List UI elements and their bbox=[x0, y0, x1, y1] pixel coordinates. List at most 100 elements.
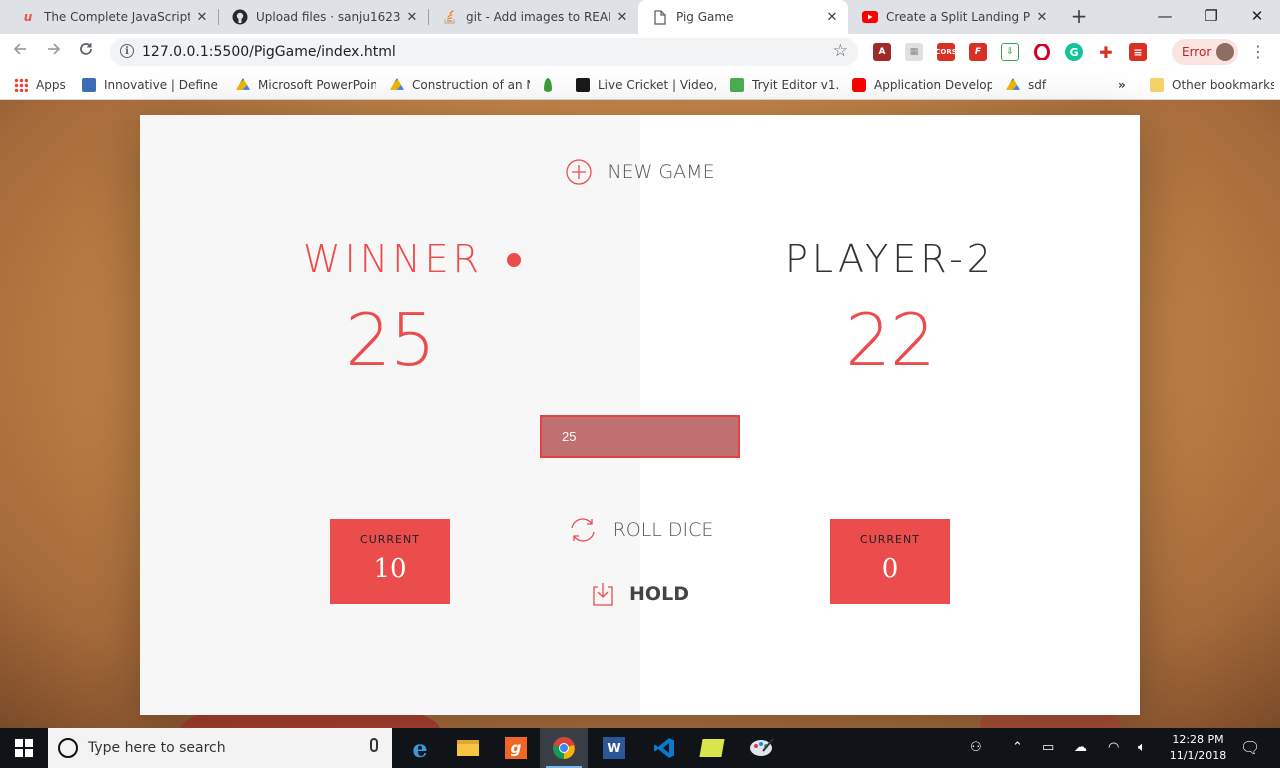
player-1-score: 22 bbox=[845, 298, 936, 382]
other-bookmarks[interactable]: Other bookmarks bbox=[1150, 76, 1274, 94]
bookmark-item[interactable]: sdf bbox=[1006, 76, 1066, 94]
close-tab-icon[interactable]: ✕ bbox=[194, 10, 210, 25]
hold-label: HOLD bbox=[629, 583, 689, 605]
final-score-input[interactable] bbox=[540, 415, 740, 458]
bookmark-star-icon[interactable]: ☆ bbox=[833, 41, 848, 61]
restore-icon[interactable]: ❐ bbox=[1188, 0, 1234, 32]
close-tab-icon[interactable]: ✕ bbox=[614, 10, 630, 25]
bookmark-site-icon bbox=[576, 78, 590, 92]
bookmark-item[interactable]: Microsoft PowerPoint bbox=[236, 76, 376, 94]
roll-dice-button[interactable]: ROLL DICE bbox=[140, 515, 1140, 545]
roll-dice-label: ROLL DICE bbox=[612, 519, 714, 541]
bookmark-item[interactable]: Innovative | Define In bbox=[82, 76, 222, 94]
paint-taskbar-icon[interactable] bbox=[738, 728, 786, 768]
new-tab-button[interactable]: + bbox=[1068, 4, 1090, 28]
battery-icon[interactable]: ▭ bbox=[1042, 740, 1054, 755]
w3schools-icon bbox=[730, 78, 744, 92]
windows-logo-icon bbox=[15, 739, 33, 757]
back-arrow-icon bbox=[13, 43, 26, 55]
youtube-icon bbox=[862, 9, 878, 25]
back-button[interactable] bbox=[8, 40, 32, 64]
bookmark-label: Construction of an N bbox=[412, 78, 530, 92]
tab-title: Upload files · sanju1623/Dic bbox=[256, 10, 400, 24]
forward-arrow-icon bbox=[48, 43, 61, 55]
url-text[interactable]: 127.0.0.1:5500/PigGame/index.html bbox=[142, 44, 396, 60]
hold-button[interactable]: HOLD bbox=[140, 579, 1140, 609]
tab-title: The Complete JavaScript Co bbox=[44, 10, 190, 24]
bookmark-item[interactable]: Construction of an N bbox=[390, 76, 530, 94]
reload-button[interactable] bbox=[74, 40, 98, 64]
sticky-notes-taskbar-icon[interactable] bbox=[688, 728, 736, 768]
browser-tab[interactable]: git - Add images to READM ✕ bbox=[428, 0, 638, 34]
player-1-name: PLAYER-2 bbox=[785, 237, 995, 281]
tab-title: Create a Split Landing Page bbox=[886, 10, 1030, 24]
browser-toolbar: i 127.0.0.1:5500/PigGame/index.html ☆ A … bbox=[0, 34, 1280, 70]
microphone-icon[interactable] bbox=[370, 738, 378, 752]
plus-extension-icon[interactable]: ✚ bbox=[1097, 43, 1115, 62]
document-icon bbox=[652, 9, 668, 25]
volume-icon[interactable]: 🔈︎ bbox=[1138, 740, 1146, 755]
start-button[interactable] bbox=[0, 728, 48, 768]
notification-center-icon[interactable]: 🗨︎ bbox=[1240, 738, 1260, 757]
bookmarks-overflow-button[interactable]: » bbox=[1118, 76, 1132, 94]
chevron-up-icon[interactable]: ⌃ bbox=[1012, 740, 1023, 755]
font-extension-icon[interactable]: F bbox=[969, 43, 987, 61]
browser-tab[interactable]: Create a Split Landing Page ✕ bbox=[848, 0, 1058, 34]
download-extension-icon[interactable]: ⇩ bbox=[1001, 43, 1019, 61]
extension-icon[interactable]: ▦ bbox=[905, 43, 923, 61]
info-icon[interactable]: i bbox=[120, 44, 134, 58]
window-close-icon[interactable]: ✕ bbox=[1234, 0, 1280, 32]
search-placeholder: Type here to search bbox=[88, 740, 226, 756]
close-tab-icon[interactable]: ✕ bbox=[824, 10, 840, 25]
taskbar-search[interactable]: Type here to search bbox=[48, 728, 392, 768]
pdf-extension-icon[interactable]: A bbox=[873, 43, 891, 61]
avatar bbox=[1216, 43, 1234, 61]
browser-menu-icon[interactable]: ⋮ bbox=[1250, 43, 1266, 61]
udemy-icon: u bbox=[23, 10, 33, 24]
download-tray-icon bbox=[591, 581, 615, 607]
grammarly-icon[interactable]: G bbox=[1065, 43, 1083, 61]
address-bar[interactable]: i 127.0.0.1:5500/PigGame/index.html ☆ bbox=[110, 38, 858, 66]
forward-button[interactable] bbox=[42, 40, 66, 64]
bookmark-item[interactable]: Application Develop bbox=[852, 76, 992, 94]
chrome-taskbar-icon[interactable] bbox=[540, 728, 588, 768]
bookmark-apps[interactable]: Apps bbox=[14, 76, 74, 94]
error-label: Error bbox=[1182, 45, 1212, 59]
google-drive-icon bbox=[1006, 78, 1020, 90]
wifi-icon[interactable]: ◠ bbox=[1108, 740, 1119, 755]
opera-extension-icon[interactable] bbox=[1033, 43, 1051, 61]
minimize-icon[interactable]: — bbox=[1142, 0, 1188, 32]
game-wrapper: WINNER 25 CURRENT 10 PLAYER-2 22 CURRENT… bbox=[140, 115, 1140, 715]
bookmark-label: Other bookmarks bbox=[1172, 78, 1274, 92]
new-game-button[interactable]: NEW GAME bbox=[140, 157, 1140, 187]
onedrive-cloud-icon[interactable]: ☁ bbox=[1074, 740, 1087, 755]
browser-tab-strip: u The Complete JavaScript Co ✕ Upload fi… bbox=[0, 0, 1280, 34]
close-tab-icon[interactable]: ✕ bbox=[1034, 10, 1050, 25]
folder-icon bbox=[1150, 78, 1164, 92]
file-explorer-taskbar-icon[interactable] bbox=[444, 728, 492, 768]
bookmark-item[interactable] bbox=[544, 76, 564, 94]
word-taskbar-icon[interactable]: W bbox=[590, 728, 638, 768]
edge-taskbar-icon[interactable]: e bbox=[396, 728, 444, 768]
browser-tab-active[interactable]: Pig Game ✕ bbox=[638, 0, 848, 34]
app-taskbar-icon[interactable]: g bbox=[492, 728, 540, 768]
browser-tab[interactable]: u The Complete JavaScript Co ✕ bbox=[6, 0, 218, 34]
bookmark-item[interactable]: Live Cricket | Video, S bbox=[576, 76, 716, 94]
people-icon[interactable]: ⚇ bbox=[970, 740, 982, 755]
taskbar-clock[interactable]: 12:28 PM 11/1/2018 bbox=[1164, 732, 1232, 764]
profile-error-chip[interactable]: Error bbox=[1172, 39, 1238, 65]
todo-extension-icon[interactable]: ≡ bbox=[1129, 43, 1147, 61]
active-player-dot bbox=[507, 253, 521, 267]
github-icon bbox=[232, 9, 248, 25]
tab-title: git - Add images to READM bbox=[466, 10, 610, 24]
vscode-taskbar-icon[interactable] bbox=[640, 728, 688, 768]
bookmarks-bar: Apps Innovative | Define In Microsoft Po… bbox=[0, 70, 1280, 100]
bookmark-item[interactable]: Tryit Editor v1.6 bbox=[730, 76, 840, 94]
bookmark-label: Tryit Editor v1.6 bbox=[752, 78, 840, 92]
player-0-score: 25 bbox=[345, 298, 436, 382]
cortana-icon bbox=[58, 738, 78, 758]
bookmark-label: Microsoft PowerPoint bbox=[258, 78, 376, 92]
browser-tab[interactable]: Upload files · sanju1623/Dic ✕ bbox=[218, 0, 428, 34]
cors-extension-icon[interactable]: CORS bbox=[935, 43, 957, 61]
close-tab-icon[interactable]: ✕ bbox=[404, 10, 420, 25]
